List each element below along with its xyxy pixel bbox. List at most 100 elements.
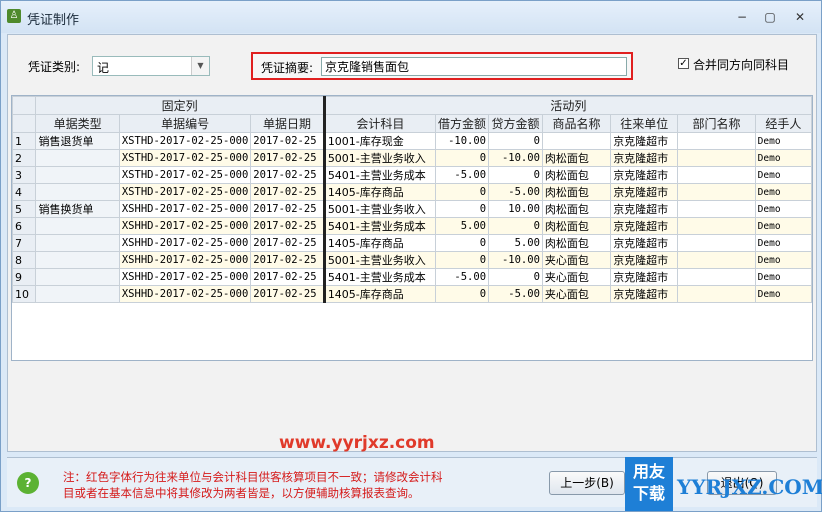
cell-handler[interactable]: Demo (754, 200, 812, 218)
cell-acct[interactable]: 5401-主营业务成本 (322, 268, 437, 286)
cell-debit[interactable]: 0 (434, 285, 490, 303)
cell-date[interactable]: 2017-02-25 (250, 268, 325, 286)
chevron-down-icon[interactable]: ▼ (191, 57, 209, 75)
cell-goods[interactable]: 肉松面包 (541, 217, 612, 235)
cell-unit[interactable]: 京克隆超市 (610, 234, 679, 252)
cell-unit[interactable]: 京克隆超市 (610, 217, 679, 235)
cell-debit[interactable]: 0 (434, 200, 490, 218)
cell-date[interactable]: 2017-02-25 (250, 183, 325, 201)
table-row[interactable]: 4 XSTHD-2017-02-25-000 2017-02-25 1405-库存商品… (12, 183, 812, 201)
cell-dept[interactable] (677, 183, 756, 201)
prev-step-button[interactable]: 上一步(B) (549, 471, 625, 495)
cell-dept[interactable] (677, 166, 756, 184)
close-button[interactable]: ✕ (789, 9, 811, 25)
cell-goods[interactable]: 肉松面包 (541, 149, 612, 167)
cell-credit[interactable]: -5.00 (488, 285, 543, 303)
cell-code[interactable]: XSTHD-2017-02-25-000 (118, 149, 252, 167)
cell-dept[interactable] (677, 217, 756, 235)
voucher-type-select[interactable]: 记 ▼ (92, 56, 210, 76)
cell-debit[interactable]: 0 (434, 251, 490, 269)
cell-credit[interactable]: 0 (488, 166, 543, 184)
cell-dept[interactable] (677, 149, 756, 167)
table-row[interactable]: 3 XSTHD-2017-02-25-000 2017-02-25 5401-主营业务… (12, 166, 812, 184)
cell-acct[interactable]: 5401-主营业务成本 (322, 217, 437, 235)
cell-unit[interactable]: 京克隆超市 (610, 251, 679, 269)
cell-debit[interactable]: -5.00 (434, 268, 490, 286)
cell-code[interactable]: XSTHD-2017-02-25-000 (118, 132, 252, 150)
cell-acct[interactable]: 1405-库存商品 (322, 183, 437, 201)
cell-debit[interactable]: 0 (434, 183, 490, 201)
cell-date[interactable]: 2017-02-25 (250, 234, 325, 252)
cell-type[interactable] (35, 234, 120, 252)
cell-type[interactable] (35, 183, 120, 201)
cell-unit[interactable]: 京克隆超市 (610, 166, 679, 184)
cell-handler[interactable]: Demo (754, 285, 812, 303)
merge-checkbox[interactable]: ✓ (678, 58, 689, 69)
cell-goods[interactable]: 肉松面包 (541, 183, 612, 201)
table-row[interactable]: 8 XSHHD-2017-02-25-000 2017-02-25 5001-主营业务… (12, 251, 812, 269)
cell-credit[interactable]: 10.00 (488, 200, 543, 218)
cell-date[interactable]: 2017-02-25 (250, 200, 325, 218)
cell-acct[interactable]: 5001-主营业务收入 (322, 251, 437, 269)
column-header[interactable]: 贷方金额 (488, 114, 543, 133)
cell-credit[interactable]: 0 (488, 132, 543, 150)
cell-credit[interactable]: -10.00 (488, 251, 543, 269)
cell-code[interactable]: XSHHD-2017-02-25-000 (118, 251, 252, 269)
help-icon[interactable]: ? (17, 472, 39, 494)
table-row[interactable]: 6 XSHHD-2017-02-25-000 2017-02-25 5401-主营业务… (12, 217, 812, 235)
table-row[interactable]: 1 销售退货单 XSTHD-2017-02-25-000 2017-02-25 1001… (12, 132, 812, 150)
cell-date[interactable]: 2017-02-25 (250, 132, 325, 150)
cell-dept[interactable] (677, 285, 756, 303)
cell-goods[interactable]: 夹心面包 (541, 268, 612, 286)
cell-debit[interactable]: -5.00 (434, 166, 490, 184)
cell-dept[interactable] (677, 132, 756, 150)
cell-credit[interactable]: -10.00 (488, 149, 543, 167)
column-header[interactable]: 单据类型 (35, 114, 120, 133)
cell-date[interactable]: 2017-02-25 (250, 217, 325, 235)
column-header[interactable]: 经手人 (754, 114, 812, 133)
cell-handler[interactable]: Demo (754, 149, 812, 167)
maximize-button[interactable]: ▢ (759, 9, 781, 25)
cell-unit[interactable]: 京克隆超市 (610, 132, 679, 150)
cell-handler[interactable]: Demo (754, 268, 812, 286)
cell-acct[interactable]: 5401-主营业务成本 (322, 166, 437, 184)
cell-handler[interactable]: Demo (754, 166, 812, 184)
cell-dept[interactable] (677, 251, 756, 269)
column-header[interactable]: 单据日期 (250, 114, 325, 133)
cell-goods[interactable] (541, 132, 612, 150)
cell-unit[interactable]: 京克隆超市 (610, 268, 679, 286)
cell-date[interactable]: 2017-02-25 (250, 285, 325, 303)
cell-acct[interactable]: 1405-库存商品 (322, 285, 437, 303)
column-header[interactable]: 商品名称 (541, 114, 612, 133)
cell-code[interactable]: XSTHD-2017-02-25-000 (118, 183, 252, 201)
cell-credit[interactable]: 0 (488, 217, 543, 235)
cell-unit[interactable]: 京克隆超市 (610, 149, 679, 167)
cell-date[interactable]: 2017-02-25 (250, 251, 325, 269)
cell-goods[interactable]: 夹心面包 (541, 251, 612, 269)
cell-handler[interactable]: Demo (754, 132, 812, 150)
cell-code[interactable]: XSTHD-2017-02-25-000 (118, 166, 252, 184)
cell-type[interactable] (35, 285, 120, 303)
cell-debit[interactable]: 5.00 (434, 217, 490, 235)
cell-dept[interactable] (677, 268, 756, 286)
cell-code[interactable]: XSHHD-2017-02-25-000 (118, 268, 252, 286)
table-row[interactable]: 10 XSHHD-2017-02-25-000 2017-02-25 1405-库存商… (12, 285, 812, 303)
table-row[interactable]: 9 XSHHD-2017-02-25-000 2017-02-25 5401-主营业务… (12, 268, 812, 286)
table-row[interactable]: 5 销售换货单 XSHHD-2017-02-25-000 2017-02-25 5001… (12, 200, 812, 218)
cell-handler[interactable]: Demo (754, 217, 812, 235)
cell-type[interactable]: 销售换货单 (35, 200, 120, 218)
column-header[interactable]: 会计科目 (322, 114, 437, 133)
cell-unit[interactable]: 京克隆超市 (610, 200, 679, 218)
cell-type[interactable] (35, 166, 120, 184)
cell-type[interactable]: 销售退货单 (35, 132, 120, 150)
cell-date[interactable]: 2017-02-25 (250, 149, 325, 167)
cell-acct[interactable]: 5001-主营业务收入 (322, 149, 437, 167)
cell-acct[interactable]: 5001-主营业务收入 (322, 200, 437, 218)
cell-dept[interactable] (677, 234, 756, 252)
column-header[interactable]: 往来单位 (610, 114, 679, 133)
cell-acct[interactable]: 1405-库存商品 (322, 234, 437, 252)
cell-type[interactable] (35, 149, 120, 167)
cell-credit[interactable]: 5.00 (488, 234, 543, 252)
cell-date[interactable]: 2017-02-25 (250, 166, 325, 184)
cell-handler[interactable]: Demo (754, 234, 812, 252)
